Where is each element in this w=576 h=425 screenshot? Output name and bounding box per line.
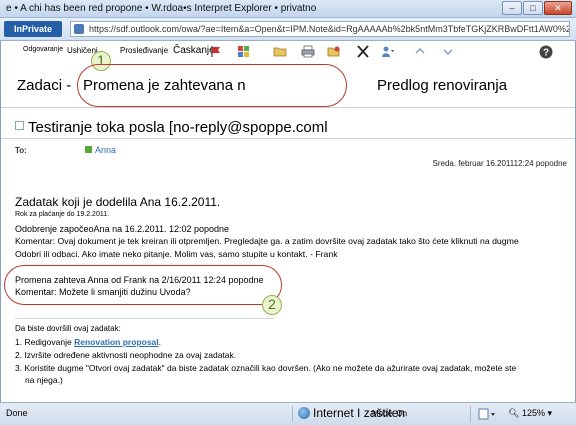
task-heading: Zadatak koji je dodelila Ana 16.2.2011. <box>15 195 221 209</box>
highlight-oval-2 <box>4 265 282 305</box>
globe-icon <box>298 407 310 419</box>
due-date: Rok za plaćanje do 19.2.2011. <box>15 211 110 218</box>
to-recipient[interactable]: Anna <box>85 145 116 155</box>
page-icon <box>74 24 84 34</box>
zoom-value: 125% <box>521 408 545 418</box>
zoom-control[interactable]: 🔍︎ 125% ▾ <box>508 408 552 419</box>
from-line: Testiranje toka posla [no-reply@spoppe.c… <box>15 119 328 136</box>
categories-icon[interactable] <box>237 45 251 58</box>
change-comment: Komentar: Možete li smanjiti dužinu Uvod… <box>15 287 191 297</box>
sent-date: Sreda. februar 16.201112:24 popodne <box>432 159 567 168</box>
close-button[interactable]: ✕ <box>544 1 572 15</box>
comment-line-1: Komentar: Ovaj dokument je tek kreiran i… <box>15 236 519 246</box>
step-1-suffix: . <box>158 337 162 347</box>
delete-icon[interactable] <box>356 45 370 58</box>
subject-zoom-right: Predlog renoviranja <box>377 77 508 94</box>
subject-zoom-text: Promena je zahtevana n <box>83 77 246 94</box>
step-1: 1. Redigovanje Renovation proposal. <box>15 337 161 347</box>
maximize-button[interactable]: □ <box>523 1 543 15</box>
zoom-icon: 🔍︎ <box>508 408 520 418</box>
open-folder-icon[interactable] <box>327 45 341 58</box>
divider-body <box>15 318 275 319</box>
window-controls: – □ ✕ <box>502 1 572 15</box>
status-divider-2 <box>470 406 471 422</box>
to-recipient-name: Anna <box>95 145 117 155</box>
message-view: Odgovaranje Ushičeni Prosleđivanje Časka… <box>0 41 576 402</box>
window-title: e • A chi has been red propone • W.rdoa•… <box>6 3 317 14</box>
tasks-label: Zadaci - <box>17 77 72 94</box>
status-divider <box>292 406 293 422</box>
next-item-icon[interactable] <box>441 45 455 58</box>
print-icon[interactable] <box>301 45 315 58</box>
inprivate-badge: InPrivate <box>4 21 62 37</box>
url-field[interactable]: https://sdf.outlook.com/owa/?ae=Item&a=O… <box>70 21 570 37</box>
step-1-prefix: 1. Redigovanje <box>15 337 72 347</box>
to-label: To: <box>15 146 27 155</box>
flag-icon[interactable] <box>209 45 223 58</box>
callout-badge-2: 2 <box>262 295 282 315</box>
presence-icon <box>85 146 92 153</box>
status-text: Done <box>6 408 28 418</box>
approval-started: Odobrenje započeoAna na 16.2.2011. 12:02… <box>15 224 230 234</box>
svg-text:?: ? <box>543 48 549 59</box>
reply-button[interactable]: Odgovaranje <box>23 46 63 53</box>
message-toolbar: Odgovaranje Ushičeni Prosleđivanje Časka… <box>1 41 575 63</box>
address-bar: InPrivate https://sdf.outlook.com/owa/?a… <box>0 18 576 41</box>
recipients-icon[interactable] <box>381 45 395 58</box>
comment-line-2: Odobri ili odbaci. Ako imate neko pitanj… <box>15 249 338 259</box>
document-link[interactable]: Renovation proposal <box>74 337 159 347</box>
checkbox-icon <box>15 121 24 130</box>
change-request: Promena zahteva Anna od Frank na 2/16/20… <box>15 275 264 285</box>
divider-from <box>1 138 575 139</box>
chevron-down-icon: ▾ <box>547 408 553 418</box>
move-folder-icon[interactable] <box>273 45 287 58</box>
page-settings-icon[interactable] <box>478 408 500 420</box>
status-bar: Done Internet I zaštiten Mode: On 🔍︎ 125… <box>0 402 576 425</box>
step-2: 2. Izvršite određene aktivnosti neophodn… <box>15 350 237 360</box>
url-text: https://sdf.outlook.com/owa/?ae=Item&a=O… <box>89 24 570 34</box>
previous-item-icon[interactable] <box>413 45 427 58</box>
minimize-button[interactable]: – <box>502 1 522 15</box>
help-icon[interactable]: ? <box>539 45 553 59</box>
step-3-line-1: 3. Koristite dugme "Otvori ovaj zadatak"… <box>15 363 517 373</box>
from-text: Testiranje toka posla [no-reply@spoppe.c… <box>28 119 328 136</box>
forward-button[interactable]: Prosleđivanje <box>120 46 168 55</box>
steps-heading: Da biste dovršili ovaj zadatak: <box>15 324 121 333</box>
title-bar: e • A chi has been red propone • W.rdoa•… <box>0 0 576 18</box>
divider-top <box>1 107 575 108</box>
step-3-line-2: na njega.) <box>25 375 63 385</box>
protected-mode: Mode: On <box>372 409 408 418</box>
